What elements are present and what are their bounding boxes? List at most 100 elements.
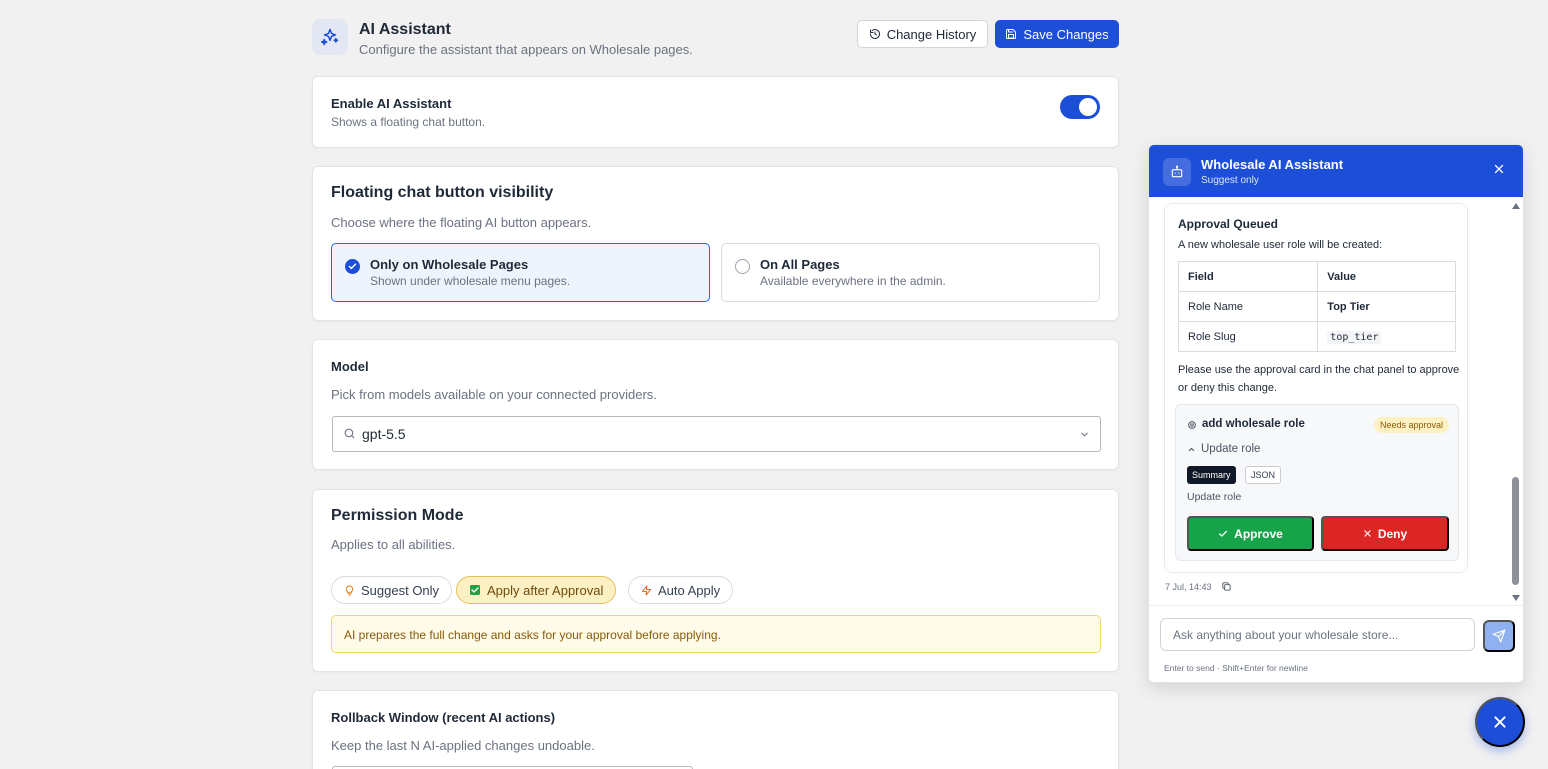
chat-composer: Ask anything about your wholesale store.… [1149, 605, 1523, 682]
mode-label: Auto Apply [658, 582, 721, 598]
rollback-card: Rollback Window (recent AI actions) Keep… [312, 690, 1119, 769]
table-cell: Role Slug [1177, 321, 1319, 352]
scroll-down-arrow-icon[interactable] [1512, 595, 1520, 601]
enable-toggle[interactable] [1060, 95, 1100, 119]
bot-icon [1163, 158, 1191, 186]
mode-suggest-only[interactable]: Suggest Only [331, 576, 453, 604]
chat-input[interactable]: Ask anything about your wholesale store.… [1160, 618, 1475, 651]
enable-desc: Shows a floating chat button. [331, 115, 486, 129]
mode-auto-apply[interactable]: Auto Apply [628, 576, 734, 604]
page-header: AI Assistant Configure the assistant tha… [312, 18, 1119, 60]
checkbox-icon [470, 585, 480, 595]
visibility-option-wholesale[interactable]: Only on Wholesale Pages Shown under whol… [331, 243, 710, 302]
code-value: top_tier [1327, 330, 1382, 344]
table-cell-code: top_tier [1317, 321, 1456, 352]
check-icon [1219, 530, 1228, 537]
sparkles-icon [312, 19, 348, 55]
mode-apply-after-approval[interactable]: Apply after Approval [456, 576, 617, 604]
approval-title: add wholesale role [1202, 418, 1305, 430]
rollback-desc: Keep the last N AI-applied changes undoa… [331, 738, 595, 753]
mode-label: Apply after Approval [487, 582, 604, 598]
page-title: AI Assistant [359, 21, 451, 38]
chat-hint: Enter to send · Shift+Enter for newline [1164, 663, 1308, 673]
model-card: Model Pick from models available on your… [312, 339, 1119, 470]
message-note: Please use the approval card in the chat… [1178, 364, 1460, 394]
permission-card: Permission Mode Applies to all abilities… [312, 489, 1119, 672]
table-header-row: Field Value [1177, 261, 1456, 292]
page-subtitle: Configure the assistant that appears on … [359, 42, 693, 57]
assistant-message: Approval Queued A new wholesale user rol… [1164, 203, 1468, 573]
enable-title: Enable AI Assistant [331, 96, 452, 111]
needs-approval-badge: Needs approval [1373, 417, 1449, 433]
message-timestamp: 7 Jul, 14:43 [1165, 581, 1212, 592]
approval-expander-label: Update role [1201, 443, 1261, 455]
lightning-icon [641, 584, 652, 596]
table-cell: Top Tier [1317, 291, 1456, 322]
deny-label: Deny [1377, 526, 1408, 541]
approve-label: Approve [1234, 526, 1283, 541]
radio-unchecked-icon [735, 259, 750, 274]
chat-header: Wholesale AI Assistant Suggest only [1149, 145, 1523, 197]
table-cell: Role Name [1177, 291, 1319, 322]
close-icon[interactable] [1493, 163, 1505, 175]
permission-desc: Applies to all abilities. [331, 537, 456, 552]
chevron-up-icon [1188, 447, 1195, 451]
deny-button[interactable]: Deny [1321, 516, 1449, 551]
message-table: Field Value Role Name Top Tier Role Slug… [1177, 261, 1456, 352]
rollback-title: Rollback Window (recent AI actions) [331, 710, 556, 725]
mode-label: Suggest Only [361, 582, 440, 598]
approve-button[interactable]: Approve [1187, 516, 1314, 551]
enable-card: Enable AI Assistant Shows a floating cha… [312, 76, 1119, 148]
table-row: Role Slug top_tier [1177, 321, 1456, 352]
search-icon [344, 428, 355, 439]
visibility-desc: Choose where the floating AI button appe… [331, 215, 592, 230]
change-history-button[interactable]: Change History [857, 20, 988, 48]
chat-panel: Wholesale AI Assistant Suggest only Appr… [1148, 144, 1524, 683]
table-header: Value [1317, 261, 1456, 292]
visibility-card: Floating chat button visibility Choose w… [312, 166, 1119, 321]
send-icon [1492, 629, 1506, 643]
message-heading: Approval Queued [1178, 217, 1279, 231]
chat-subtitle: Suggest only [1201, 175, 1259, 186]
permission-title: Permission Mode [331, 507, 464, 524]
scroll-thumb[interactable] [1512, 477, 1519, 585]
lightbulb-icon [345, 584, 354, 596]
save-changes-button[interactable]: Save Changes [995, 20, 1119, 48]
model-select[interactable]: gpt-5.5 [332, 416, 1101, 452]
table-row: Role Name Top Tier [1177, 291, 1456, 322]
visibility-title: Floating chat button visibility [331, 184, 554, 201]
save-icon [1006, 29, 1017, 39]
chat-fab-close-button[interactable] [1475, 697, 1525, 747]
close-icon [1494, 716, 1506, 728]
approval-desc: Update role [1187, 491, 1242, 503]
message-meta: 7 Jul, 14:43 [1165, 581, 1232, 592]
message-intro: A new wholesale user role will be create… [1178, 239, 1383, 251]
model-value: gpt-5.5 [362, 426, 406, 442]
save-changes-label: Save Changes [1023, 26, 1109, 42]
chevron-down-icon [1081, 432, 1088, 437]
visibility-option-sub: Shown under wholesale menu pages. [370, 274, 571, 288]
model-desc: Pick from models available on your conne… [331, 387, 657, 402]
x-icon [1364, 530, 1371, 537]
chat-scrollbar[interactable] [1511, 203, 1521, 601]
approval-expander[interactable]: Update role [1187, 443, 1260, 455]
visibility-option-title: On All Pages [760, 257, 840, 272]
chat-title: Wholesale AI Assistant [1201, 157, 1344, 172]
approval-card: add wholesale role Needs approval Update… [1175, 404, 1459, 561]
toggle-knob [1079, 98, 1097, 116]
permission-notice: AI prepares the full change and asks for… [331, 615, 1101, 653]
send-button[interactable] [1483, 620, 1515, 652]
tab-summary[interactable]: Summary [1187, 466, 1236, 484]
copy-icon[interactable] [1221, 581, 1232, 592]
visibility-option-all[interactable]: On All Pages Available everywhere in the… [721, 243, 1100, 302]
model-title: Model [331, 359, 369, 374]
tab-json[interactable]: JSON [1245, 466, 1282, 484]
visibility-option-title: Only on Wholesale Pages [370, 257, 529, 272]
scroll-up-arrow-icon[interactable] [1512, 203, 1520, 209]
gear-icon [1188, 421, 1196, 429]
visibility-option-sub: Available everywhere in the admin. [760, 274, 946, 288]
table-header: Field [1177, 261, 1319, 292]
radio-checked-icon [345, 259, 360, 274]
chat-messages[interactable]: Approval Queued A new wholesale user rol… [1149, 197, 1523, 605]
change-history-label: Change History [886, 26, 977, 42]
